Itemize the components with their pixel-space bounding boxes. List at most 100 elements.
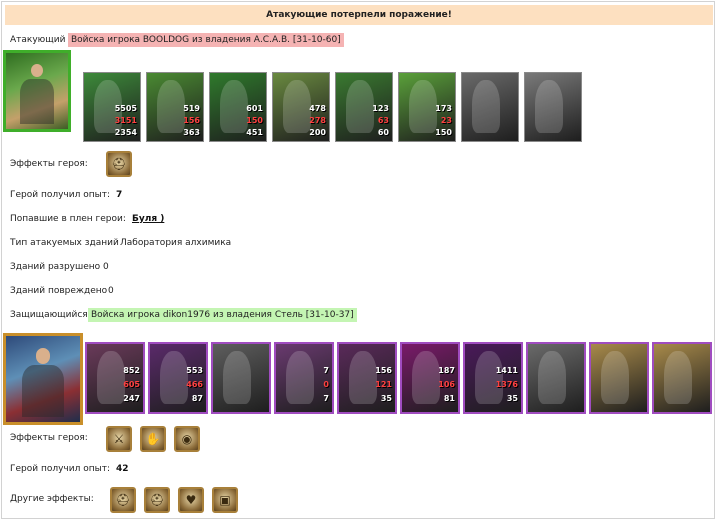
unit-count-n1: 553 [186, 366, 203, 375]
unit-count-n2: 0 [323, 380, 329, 389]
elf-swordsman-unit-icon [157, 79, 186, 133]
unit-count-n2: 1376 [495, 380, 518, 389]
building-type-value: Лаборатория алхимика [120, 238, 232, 248]
unit-count-n3: 60 [377, 128, 389, 137]
unit-warlock[interactable]: 187 106 81 [400, 342, 460, 414]
unit-count-n1: 156 [375, 366, 392, 375]
unit-count-n3: 451 [246, 128, 263, 137]
unit-dryad[interactable]: 173 23 150 [398, 72, 456, 142]
unit-count-n2: 23 [440, 116, 452, 125]
unit-counts: 478 278 200 [309, 103, 326, 139]
attacker-hero-portrait[interactable] [3, 50, 71, 132]
unit-harpy[interactable]: 7 0 7 [274, 342, 334, 414]
hand-effect-icon: ✋ [145, 432, 161, 446]
attacker-label: Атакующий [10, 35, 66, 45]
unit-count-n3: 363 [183, 128, 200, 137]
unit-elf-guard[interactable]: 601 150 451 [209, 72, 267, 142]
unit-counts: 519 156 363 [183, 103, 200, 139]
heart-effect-icon: ♥ [185, 493, 197, 507]
sword-effect-icon: ⚔ [113, 432, 125, 446]
unit-counts: 553 466 87 [186, 364, 203, 406]
unit-count-n1: 852 [123, 366, 140, 375]
unit-elf-archer[interactable]: 123 63 60 [335, 72, 393, 142]
unit-counts: 173 23 150 [435, 103, 452, 139]
unit-count-n2: 121 [375, 380, 392, 389]
defender-effects-label: Эффекты героя: [10, 433, 88, 443]
unit-grey-knight[interactable] [211, 342, 271, 414]
attacker-army-tag: Войска игрока BOOLDOG из владения А.С.А.… [68, 33, 344, 47]
unit-grey-mage[interactable] [461, 72, 519, 142]
other-effect-helm-1[interactable]: ⛑ [110, 487, 136, 513]
battle-result-banner: Атакующие потерпели поражение! [5, 5, 713, 25]
unit-counts: 852 605 247 [123, 364, 140, 406]
dead-knight-unit-icon [223, 350, 252, 404]
attacker-effects-label: Эффекты героя: [10, 159, 88, 169]
unit-count-n2: 466 [186, 380, 203, 389]
unit-egg-2[interactable] [652, 342, 712, 414]
unit-counts: 1411 1376 35 [496, 364, 518, 406]
crossbowman-unit-icon [349, 350, 378, 404]
unit-count-n3: 7 [323, 394, 329, 403]
helm-effect-icon: ⛑ [149, 493, 165, 507]
effect-sword[interactable]: ⚔ [106, 426, 132, 452]
elf-archer-unit-icon [346, 79, 375, 133]
unit-count-n3: 87 [191, 394, 203, 403]
unit-counts: 187 106 81 [438, 364, 455, 406]
beast-unit-icon [97, 350, 126, 404]
griffin-unit-icon [283, 79, 312, 133]
unit-count-n1: 478 [309, 104, 326, 113]
unit-count-n1: 519 [183, 104, 200, 113]
unit-count-n2: 3151 [114, 116, 137, 125]
effect-helm[interactable]: ⛑ [106, 151, 132, 177]
harpy-unit-icon [286, 350, 315, 404]
hero-body-icon [22, 365, 64, 417]
elf-guard-unit-icon [220, 79, 249, 133]
unit-elf-swordsman[interactable]: 519 156 363 [146, 72, 204, 142]
unit-count-n1: 123 [372, 104, 389, 113]
building-type-label: Тип атакуемых зданий [10, 238, 119, 248]
unit-count-n1: 601 [246, 104, 263, 113]
dead-treant-unit-icon [535, 79, 564, 133]
effect-hand[interactable]: ✋ [140, 426, 166, 452]
captured-heroes-label: Попавшие в плен герои: [10, 214, 126, 224]
unit-count-n1: 5505 [114, 104, 137, 113]
unit-counts: 156 121 35 [375, 364, 392, 406]
captured-hero-link[interactable]: Буля ) [132, 214, 164, 224]
other-effect-heart[interactable]: ♥ [178, 487, 204, 513]
effect-shield[interactable]: ◉ [174, 426, 200, 452]
unit-count-n3: 200 [309, 128, 326, 137]
defender-hero-portrait[interactable] [3, 333, 83, 425]
helm-effect-icon: ⛑ [111, 157, 127, 171]
dryad-unit-icon [409, 79, 438, 133]
unit-grey-treant[interactable] [524, 72, 582, 142]
other-effect-armor[interactable]: ▣ [212, 487, 238, 513]
unit-count-n3: 35 [506, 394, 518, 403]
helm-effect-icon: ⛑ [115, 493, 131, 507]
unit-count-n3: 247 [123, 394, 140, 403]
unit-count-n2: 150 [246, 116, 263, 125]
unit-count-n2: 106 [438, 380, 455, 389]
unit-counts: 7 0 7 [323, 364, 329, 406]
dead-spider-unit-icon [538, 350, 567, 404]
unit-assassin[interactable]: 553 466 87 [148, 342, 208, 414]
unit-griffin[interactable]: 478 278 200 [272, 72, 330, 142]
hero-body-icon [19, 78, 55, 125]
unit-sorceress[interactable]: 1411 1376 35 [463, 342, 523, 414]
unit-count-n2: 278 [309, 116, 326, 125]
egg-unit-icon [601, 350, 630, 404]
buildings-damaged-label: Зданий повреждено [10, 286, 108, 296]
unit-count-n2: 63 [377, 116, 389, 125]
defender-exp-label: Герой получил опыт: [10, 464, 110, 474]
unit-druid[interactable]: 5505 3151 2354 [83, 72, 141, 142]
attacker-exp-label: Герой получил опыт: [10, 190, 110, 200]
unit-beast[interactable]: 852 605 247 [85, 342, 145, 414]
defender-exp-value: 42 [116, 464, 129, 474]
hero-face-icon [35, 348, 51, 364]
unit-grey-spider[interactable] [526, 342, 586, 414]
unit-crossbowman[interactable]: 156 121 35 [337, 342, 397, 414]
unit-count-n2: 156 [183, 116, 200, 125]
other-effect-helm-2[interactable]: ⛑ [144, 487, 170, 513]
dead-mage-unit-icon [472, 79, 501, 133]
unit-count-n1: 187 [438, 366, 455, 375]
unit-egg-1[interactable] [589, 342, 649, 414]
